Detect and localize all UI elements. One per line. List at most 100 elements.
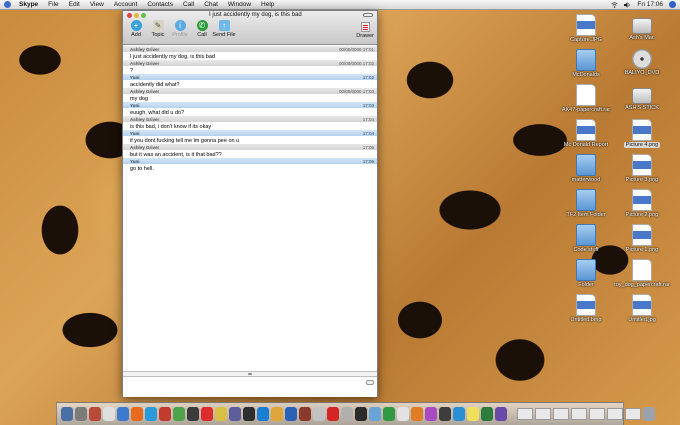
dock-app-icon[interactable] <box>229 407 241 421</box>
window-titlebar[interactable]: I just accidently my dog, is this bad + … <box>123 11 377 45</box>
dock-app-icon[interactable] <box>215 407 227 421</box>
dock-app-icon[interactable] <box>453 407 465 421</box>
image-icon <box>632 189 652 211</box>
dock-app-icon[interactable] <box>467 407 479 421</box>
volume-icon[interactable] <box>624 1 631 8</box>
menu-file[interactable]: File <box>48 1 58 8</box>
dock-app-icon[interactable] <box>173 407 185 421</box>
dock-app-icon[interactable] <box>243 407 255 421</box>
dock-app-icon[interactable] <box>271 407 283 421</box>
dock-app-icon[interactable] <box>285 407 297 421</box>
dock-app-icon[interactable] <box>61 407 73 421</box>
zoom-window-button[interactable] <box>141 13 146 18</box>
apple-menu-icon[interactable] <box>4 1 11 8</box>
dock-app-icon[interactable] <box>257 407 269 421</box>
message-time: 17:04 <box>362 130 374 136</box>
desktop-icon[interactable]: Code stuff <box>556 224 616 253</box>
call-button[interactable]: ✆ Call <box>193 20 211 38</box>
desktop-icon[interactable]: Untitled.bmp <box>556 294 616 323</box>
dock-app-icon[interactable] <box>159 407 171 421</box>
desktop-icon[interactable]: toy_dog_papercraft.rar <box>612 259 672 288</box>
dock-minimized-window[interactable] <box>625 408 641 420</box>
desktop-icon[interactable]: ASH'S STICK <box>612 84 672 111</box>
message-text: I just accidently my dog, is this bad <box>130 54 215 60</box>
desktop-icon[interactable]: McDonalds <box>556 49 616 78</box>
desktop-icon[interactable]: Untitled.jpg <box>612 294 672 323</box>
dock-app-icon[interactable] <box>369 407 381 421</box>
dock-app-icon[interactable] <box>397 407 409 421</box>
message-sender: Yuni <box>130 130 140 136</box>
dock-app-icon[interactable] <box>481 407 493 421</box>
desktop-icon[interactable]: Mc Donald Report <box>556 119 616 148</box>
dock-app-icon[interactable] <box>439 407 451 421</box>
drawer-button[interactable]: Drawer <box>356 22 374 39</box>
dock-app-icon[interactable] <box>495 407 507 421</box>
dock-app-icon[interactable] <box>425 407 437 421</box>
dock-app-icon[interactable] <box>383 407 395 421</box>
dock-app-icon[interactable] <box>75 407 87 421</box>
wifi-icon[interactable] <box>611 1 619 8</box>
dock-app-icon[interactable] <box>201 407 213 421</box>
desktop-icon[interactable]: matterwood <box>556 154 616 183</box>
menu-app-name[interactable]: Skype <box>19 1 38 8</box>
dock-minimized-window[interactable] <box>571 408 587 420</box>
dock-app-icon[interactable] <box>327 407 339 421</box>
folder-icon <box>576 49 596 71</box>
dock-app-icon[interactable] <box>313 407 325 421</box>
dock-app-icon[interactable] <box>131 407 143 421</box>
desktop-icon-label: matterwood <box>571 177 601 183</box>
dock-app-icon[interactable] <box>411 407 423 421</box>
dock-app-icon[interactable] <box>145 407 157 421</box>
message-time: 00/00/0000 17:01 <box>338 46 374 52</box>
message-item: Yuni 17:02 accidently did what? <box>123 74 377 88</box>
desktop-icon[interactable]: Capture.JPG <box>556 14 616 43</box>
desktop-icon[interactable]: Folder <box>556 259 616 288</box>
menu-help[interactable]: Help <box>261 1 274 8</box>
dock-minimized-window[interactable] <box>553 408 569 420</box>
dock-app-icon[interactable] <box>89 407 101 421</box>
menu-edit[interactable]: Edit <box>69 1 80 8</box>
dock-app-icon[interactable] <box>187 407 199 421</box>
minimize-window-button[interactable] <box>134 13 139 18</box>
menu-account[interactable]: Account <box>114 1 138 8</box>
dock-app-icon[interactable] <box>117 407 129 421</box>
dock-app-icon[interactable] <box>341 407 353 421</box>
profile-button[interactable]: i Profile <box>171 20 189 38</box>
send-file-button[interactable]: ↑ Send File <box>212 20 236 38</box>
dock-minimized-window[interactable] <box>517 408 533 420</box>
desktop-icon[interactable]: TF2 Item Folder <box>556 189 616 218</box>
close-window-button[interactable] <box>127 13 132 18</box>
desktop-icon[interactable]: BALIYO_DVD <box>612 49 672 76</box>
dock-minimized-window[interactable] <box>535 408 551 420</box>
desktop-icon[interactable]: Picture 2.png <box>612 189 672 218</box>
chat-history[interactable]: Ashley Griver 00/00/0000 17:01 I just acc… <box>123 45 377 371</box>
dock-minimized-window[interactable] <box>589 408 605 420</box>
add-button[interactable]: + Add <box>127 20 145 38</box>
dock-app-icon[interactable] <box>103 407 115 421</box>
desktop-icon-label: Picture 4.png <box>623 142 661 148</box>
menu-contacts[interactable]: Contacts <box>147 1 173 8</box>
menu-call[interactable]: Call <box>183 1 194 8</box>
menu-chat[interactable]: Chat <box>204 1 218 8</box>
desktop-icon[interactable]: Ash's Mac <box>612 14 672 41</box>
menubar-clock[interactable]: Fri 17:06 <box>637 1 663 8</box>
spotlight-icon[interactable] <box>669 1 676 8</box>
toolbar-toggle-button[interactable] <box>363 13 373 17</box>
desktop-icon-label: Capture.JPG <box>570 37 602 43</box>
menu-view[interactable]: View <box>90 1 104 8</box>
emoticon-picker-button[interactable] <box>366 380 374 385</box>
desktop-icon[interactable]: Picture 3.png <box>612 154 672 183</box>
desktop-icon[interactable]: Picture 1.png <box>612 224 672 253</box>
message-input[interactable] <box>123 377 377 397</box>
dock-app-icon[interactable] <box>299 407 311 421</box>
desktop-icon-label: Untitled.bmp <box>570 317 602 323</box>
desktop-icon[interactable]: Picture 4.png <box>612 119 672 148</box>
topic-button[interactable]: ✎ Topic <box>149 20 167 38</box>
dock-app-icon[interactable] <box>355 407 367 421</box>
send-file-icon: ↑ <box>218 20 230 31</box>
message-sender: Yuni <box>130 158 140 164</box>
dock-minimized-window[interactable] <box>607 408 623 420</box>
desktop-icon[interactable]: AK47-papercraft.rar <box>556 84 616 113</box>
trash-icon[interactable] <box>643 407 655 421</box>
menu-window[interactable]: Window <box>228 1 251 8</box>
